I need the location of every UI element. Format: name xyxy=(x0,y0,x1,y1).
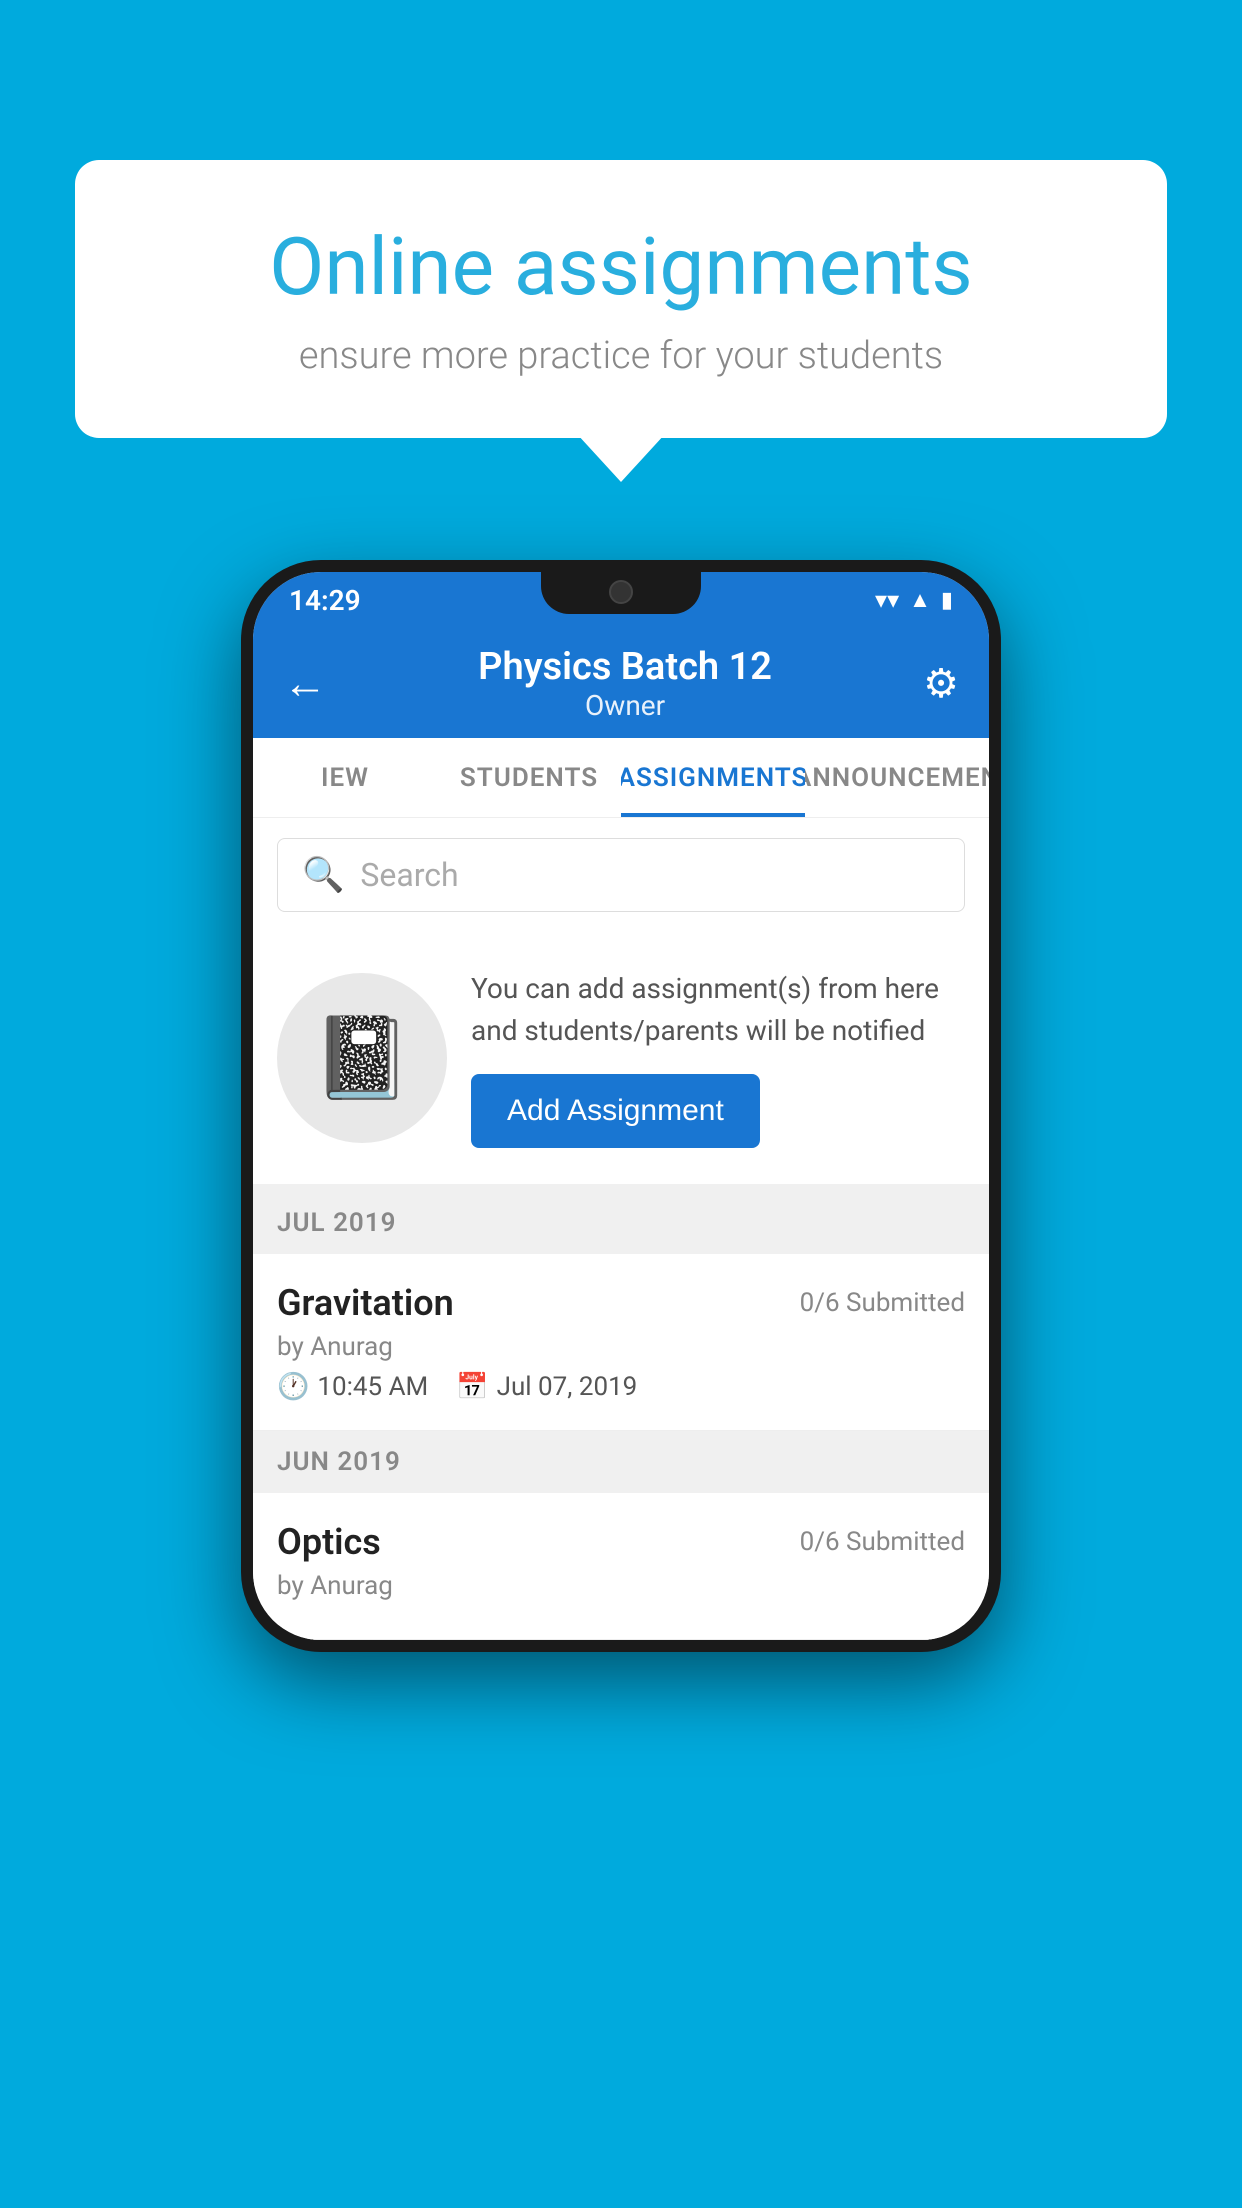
search-container: 🔍 Search xyxy=(253,818,989,932)
back-button[interactable]: ← xyxy=(283,657,327,709)
app-bar-subtitle: Owner xyxy=(327,689,923,722)
assignment-submitted-optics: 0/6 Submitted xyxy=(800,1527,965,1557)
assignment-by-gravitation: by Anurag xyxy=(277,1332,965,1362)
assignment-title-optics: Optics xyxy=(277,1521,381,1563)
speech-bubble-title: Online assignments xyxy=(145,220,1097,314)
assignment-row1-optics: Optics 0/6 Submitted xyxy=(277,1521,965,1563)
tab-announcements[interactable]: ANNOUNCEMEN xyxy=(805,738,989,817)
calendar-icon: 📅 xyxy=(456,1372,488,1402)
assignment-row1: Gravitation 0/6 Submitted xyxy=(277,1282,965,1324)
tab-iew[interactable]: IEW xyxy=(253,738,437,817)
assignment-title-gravitation: Gravitation xyxy=(277,1282,454,1324)
assignment-item-gravitation[interactable]: Gravitation 0/6 Submitted by Anurag 🕐 10… xyxy=(253,1254,989,1431)
phone-device: 14:29 ▾▾ ▲ ▮ ← Physics Batch 12 Owner ⚙ xyxy=(241,560,1001,1652)
search-placeholder: Search xyxy=(360,856,458,894)
assignment-submitted-gravitation: 0/6 Submitted xyxy=(800,1288,965,1318)
tab-assignments[interactable]: ASSIGNMENTS xyxy=(621,738,805,817)
phone-outer: 14:29 ▾▾ ▲ ▮ ← Physics Batch 12 Owner ⚙ xyxy=(241,560,1001,1652)
assignment-item-optics[interactable]: Optics 0/6 Submitted by Anurag xyxy=(253,1493,989,1640)
search-box[interactable]: 🔍 Search xyxy=(277,838,965,912)
battery-icon: ▮ xyxy=(941,588,953,613)
speech-bubble-container: Online assignments ensure more practice … xyxy=(75,160,1167,438)
promo-section: 📓 You can add assignment(s) from here an… xyxy=(253,932,989,1192)
assignment-meta-gravitation: 🕐 10:45 AM 📅 Jul 07, 2019 xyxy=(277,1372,965,1402)
section-header-jul: JUL 2019 xyxy=(253,1192,989,1254)
phone-notch xyxy=(541,572,701,614)
speech-bubble-subtitle: ensure more practice for your students xyxy=(145,334,1097,378)
settings-icon[interactable]: ⚙ xyxy=(923,660,959,707)
assignment-by-optics: by Anurag xyxy=(277,1571,965,1601)
assignment-time-gravitation: 🕐 10:45 AM xyxy=(277,1372,428,1402)
app-bar-title-section: Physics Batch 12 Owner xyxy=(327,645,923,722)
phone-camera xyxy=(609,580,633,604)
tabs-bar: IEW STUDENTS ASSIGNMENTS ANNOUNCEMEN xyxy=(253,738,989,818)
search-icon: 🔍 xyxy=(302,855,344,895)
assignment-date-gravitation: 📅 Jul 07, 2019 xyxy=(456,1372,637,1402)
app-bar: ← Physics Batch 12 Owner ⚙ xyxy=(253,628,989,738)
notebook-icon: 📓 xyxy=(312,1011,412,1105)
status-time: 14:29 xyxy=(289,584,361,617)
phone-screen: 14:29 ▾▾ ▲ ▮ ← Physics Batch 12 Owner ⚙ xyxy=(253,572,989,1640)
section-header-jun: JUN 2019 xyxy=(253,1431,989,1493)
tab-students[interactable]: STUDENTS xyxy=(437,738,621,817)
wifi-icon: ▾▾ xyxy=(875,586,899,614)
promo-text: You can add assignment(s) from here and … xyxy=(471,968,965,1052)
status-icons: ▾▾ ▲ ▮ xyxy=(875,586,953,614)
add-assignment-button[interactable]: Add Assignment xyxy=(471,1074,760,1148)
signal-icon: ▲ xyxy=(909,587,931,613)
clock-icon: 🕐 xyxy=(277,1372,309,1402)
app-bar-title: Physics Batch 12 xyxy=(327,645,923,689)
promo-icon-circle: 📓 xyxy=(277,973,447,1143)
speech-bubble: Online assignments ensure more practice … xyxy=(75,160,1167,438)
promo-content: You can add assignment(s) from here and … xyxy=(471,968,965,1148)
